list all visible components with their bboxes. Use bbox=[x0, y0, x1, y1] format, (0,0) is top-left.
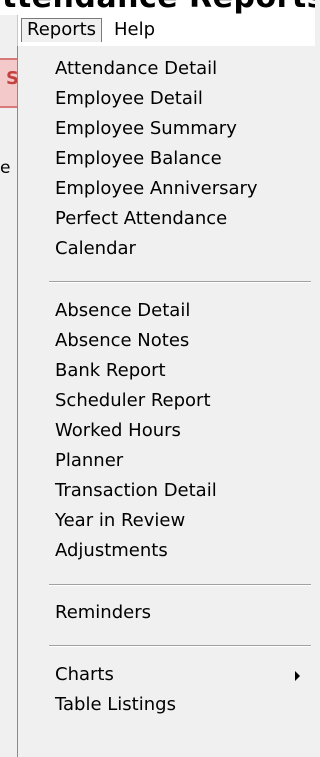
menu-item-attendance-detail[interactable]: Attendance Detail bbox=[18, 54, 314, 84]
menu-separator bbox=[49, 645, 311, 647]
menu-item-transaction-detail[interactable]: Transaction Detail bbox=[18, 476, 314, 506]
menu-item-scheduler-report[interactable]: Scheduler Report bbox=[18, 386, 314, 416]
menu-item-adjustments[interactable]: Adjustments bbox=[18, 536, 314, 566]
menu-separator bbox=[49, 584, 311, 586]
background-banner: S bbox=[0, 58, 17, 108]
menu-reports[interactable]: Reports bbox=[21, 18, 103, 42]
menu-item-worked-hours[interactable]: Worked Hours bbox=[18, 416, 314, 446]
menu-item-employee-anniversary[interactable]: Employee Anniversary bbox=[18, 174, 314, 204]
menu-bar-left-edge bbox=[0, 15, 18, 46]
menu-item-year-in-review[interactable]: Year in Review bbox=[18, 506, 314, 536]
background-banner-text: S bbox=[6, 68, 17, 89]
menu-item-planner[interactable]: Planner bbox=[18, 446, 314, 476]
menu-bar: Reports Help bbox=[0, 15, 315, 46]
menu-item-bank-report[interactable]: Bank Report bbox=[18, 356, 314, 386]
menu-item-table-listings[interactable]: Table Listings bbox=[18, 690, 314, 720]
menu-item-perfect-attendance[interactable]: Perfect Attendance bbox=[18, 204, 314, 234]
window-title-strip: ttendance Reports bbox=[0, 0, 315, 15]
menu-help[interactable]: Help bbox=[109, 18, 160, 42]
menu-separator bbox=[49, 281, 311, 283]
menu-item-reminders[interactable]: Reminders bbox=[18, 598, 314, 628]
background-label-fragment: e bbox=[0, 158, 11, 178]
submenu-arrow-icon bbox=[295, 671, 300, 681]
menu-item-calendar[interactable]: Calendar bbox=[18, 234, 314, 264]
menu-item-absence-notes[interactable]: Absence Notes bbox=[18, 326, 314, 356]
reports-dropdown-menu: Attendance Detail Employee Detail Employ… bbox=[17, 46, 315, 757]
app-screen: ttendance Reports Reports Help S e Atten… bbox=[0, 0, 315, 757]
menu-item-absence-detail[interactable]: Absence Detail bbox=[18, 296, 314, 326]
background-window bbox=[0, 46, 17, 757]
menu-item-charts[interactable]: Charts bbox=[18, 660, 314, 690]
menu-item-employee-detail[interactable]: Employee Detail bbox=[18, 84, 314, 114]
menu-item-employee-summary[interactable]: Employee Summary bbox=[18, 114, 314, 144]
window-title: ttendance Reports bbox=[2, 0, 315, 15]
menu-item-charts-label: Charts bbox=[55, 664, 114, 685]
menu-item-employee-balance[interactable]: Employee Balance bbox=[18, 144, 314, 174]
